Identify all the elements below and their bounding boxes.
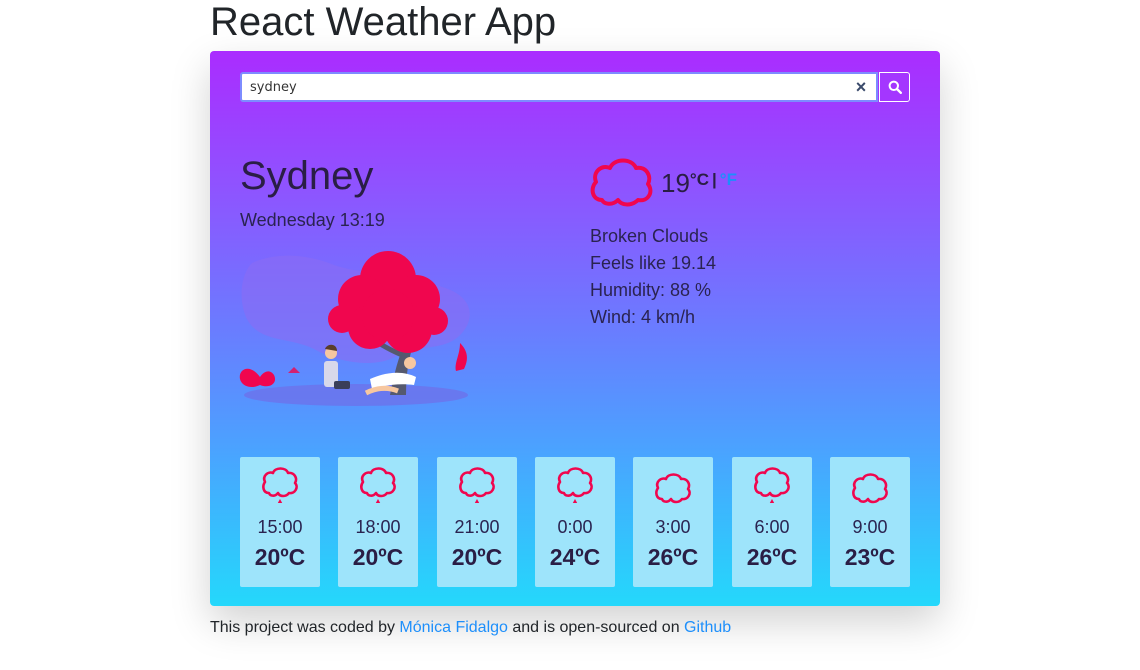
- forecast-temp: 26ºC: [746, 544, 798, 570]
- forecast-temp: 26ºC: [647, 544, 699, 570]
- forecast-time: 3:00: [655, 517, 691, 537]
- forecast-card: 18:00 20ºC: [338, 457, 418, 587]
- forecast-time: 9:00: [852, 517, 888, 537]
- date-time: Wednesday 13:19: [240, 210, 385, 230]
- unit-separator: |: [712, 170, 717, 189]
- current-temperature: 19°C | °F: [661, 166, 737, 205]
- search-form: ×: [240, 72, 910, 102]
- github-link[interactable]: Github: [684, 619, 731, 636]
- forecast-temp: 20ºC: [451, 544, 503, 570]
- cloud-icon: [590, 158, 653, 207]
- forecast-card: 9:00 23ºC: [830, 457, 910, 587]
- city-name: Sydney: [240, 154, 374, 198]
- footer-prefix: This project was coded by: [210, 619, 400, 636]
- forecast-card: 6:00 26ºC: [732, 457, 812, 587]
- forecast-time: 18:00: [355, 517, 401, 537]
- footer-middle: and is open-sourced on: [507, 619, 685, 636]
- footer: This project was coded by Mónica Fidalgo…: [210, 618, 731, 638]
- forecast-card: 3:00 26ºC: [633, 457, 713, 587]
- tree-illustration: [239, 251, 470, 406]
- forecast-temp: 20ºC: [352, 544, 404, 570]
- forecast-time: 21:00: [454, 517, 500, 537]
- search-icon: [888, 80, 902, 94]
- search-input[interactable]: [240, 72, 878, 102]
- forecast-card: 0:00 24ºC: [535, 457, 615, 587]
- search-button[interactable]: [879, 72, 910, 102]
- temperature-value: 19: [661, 168, 690, 198]
- forecast-card: 15:00 20ºC: [240, 457, 320, 587]
- cloud-icon: [655, 473, 691, 504]
- wind: Wind: 4 km/h: [590, 307, 696, 327]
- feels-like: Feels like 19.14: [590, 253, 717, 273]
- forecast-time: 0:00: [557, 517, 593, 537]
- weather-details: Broken Clouds Feels like 19.14 Humidity:…: [590, 223, 716, 331]
- forecast-time: 6:00: [754, 517, 790, 537]
- fahrenheit-link[interactable]: °F: [720, 170, 737, 189]
- celsius-unit: °C: [689, 170, 709, 189]
- page-title: React Weather App: [210, 0, 557, 44]
- rain-cloud-icon: [557, 467, 593, 503]
- humidity: Humidity: 88 %: [590, 280, 712, 300]
- forecast-time: 15:00: [257, 517, 303, 537]
- forecast-temp: 24ºC: [549, 544, 601, 570]
- forecast-card: 21:00 20ºC: [437, 457, 517, 587]
- forecast-temp: 20ºC: [254, 544, 306, 570]
- forecast-row: 15:00 20ºC 18:00 20ºC 21:00 20ºC 0:00 24…: [240, 457, 910, 587]
- clear-icon[interactable]: ×: [850, 75, 872, 99]
- author-link[interactable]: Mónica Fidalgo: [399, 619, 508, 636]
- rain-cloud-icon: [360, 467, 396, 503]
- cloud-icon: [852, 473, 888, 504]
- rain-cloud-icon: [262, 467, 298, 503]
- rain-cloud-icon: [754, 467, 790, 503]
- weather-description: Broken Clouds: [590, 226, 709, 246]
- rain-cloud-icon: [459, 467, 495, 503]
- forecast-temp: 23ºC: [844, 544, 896, 570]
- weather-card: × Sydney Wednesday 13:19: [210, 51, 940, 606]
